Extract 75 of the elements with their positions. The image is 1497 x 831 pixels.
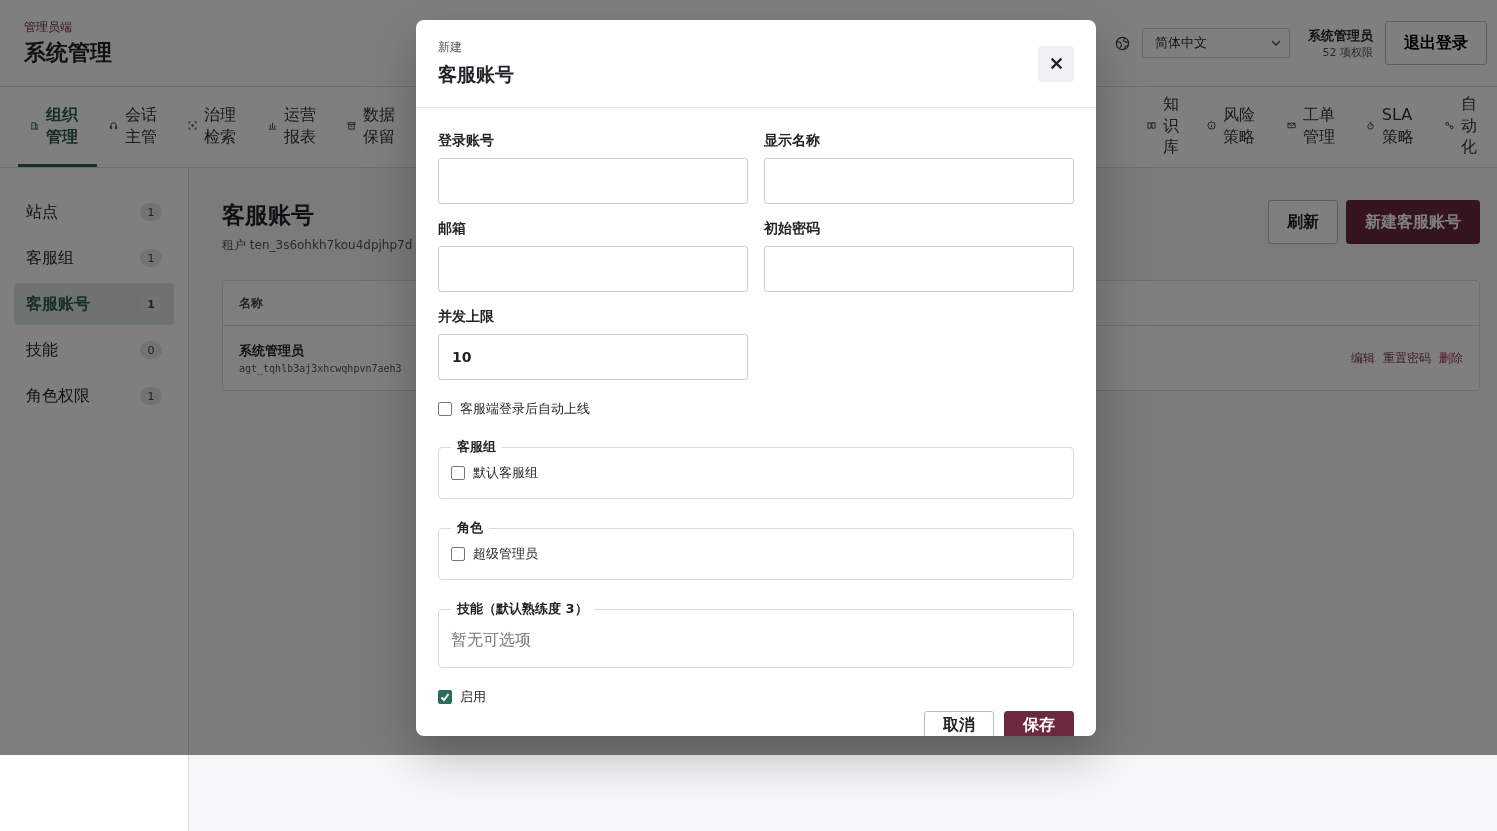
action-link[interactable]: 编辑 <box>1351 349 1375 367</box>
input-field[interactable]: 10 <box>438 334 748 380</box>
input-field[interactable] <box>438 158 748 204</box>
checkbox[interactable] <box>451 547 465 561</box>
sidebar-item[interactable]: 客服账号 1 <box>14 283 174 325</box>
input-field[interactable] <box>764 158 1074 204</box>
count-badge: 1 <box>140 249 162 267</box>
timer-icon <box>1365 121 1375 130</box>
checkbox[interactable] <box>438 690 452 704</box>
group-legend: 角色 <box>451 519 489 537</box>
checkbox[interactable] <box>438 402 452 416</box>
app-title: 系统管理 <box>24 38 112 67</box>
group-legend: 客服组 <box>451 438 502 456</box>
checkbox-label[interactable]: 客服端登录后自动上线 <box>460 400 590 418</box>
close-button[interactable] <box>1038 45 1074 82</box>
refresh-button[interactable]: 刷新 <box>1268 200 1338 244</box>
nav-tab[interactable]: 风险策略 <box>1195 87 1275 167</box>
scan-icon <box>188 121 198 130</box>
nav-tab[interactable]: 自动化 <box>1433 87 1497 167</box>
nav-tab[interactable]: 治理检索 <box>176 87 256 167</box>
agent-id: agt_tqhlb3aj3xhcwqhpvn7aeh3 <box>239 363 402 374</box>
field-label: 显示名称 <box>764 132 821 150</box>
nav-tab[interactable]: 运营报表 <box>255 87 335 167</box>
nav-tab[interactable]: SLA策略 <box>1353 87 1433 167</box>
headset-icon <box>109 121 119 130</box>
checkbox[interactable] <box>451 466 465 480</box>
count-badge: 1 <box>140 295 162 313</box>
tenant-id: 租户 ten_3s6ohkh7kou4dpjhp7d <box>222 237 413 254</box>
checkbox-label[interactable]: 默认客服组 <box>473 464 538 482</box>
agent-name: 系统管理员 <box>239 342 305 360</box>
close-icon <box>1049 57 1063 70</box>
field-label: 并发上限 <box>438 308 495 326</box>
save-button[interactable]: 保存 <box>1004 711 1074 736</box>
nav-tab[interactable]: 知识库 <box>1135 87 1196 167</box>
page-title: 客服账号 <box>222 201 315 230</box>
input-field[interactable] <box>438 246 748 292</box>
dialog-eyebrow: 新建 <box>438 39 463 56</box>
checkbox-label[interactable]: 超级管理员 <box>473 545 538 563</box>
action-link[interactable]: 重置密码 <box>1383 349 1431 367</box>
building-icon <box>30 121 39 130</box>
group-legend: 技能（默认熟练度 3） <box>451 600 594 618</box>
language-select[interactable]: 简体中文 <box>1142 28 1290 58</box>
field-label: 邮箱 <box>438 220 467 238</box>
globe-icon <box>1115 35 1130 51</box>
dialog-title: 客服账号 <box>438 62 514 87</box>
info-icon <box>1207 121 1217 130</box>
create-button[interactable]: 新建客服账号 <box>1346 200 1480 244</box>
empty-message: 暂无可选项 <box>451 629 532 651</box>
permission-count: 52 项权限 <box>1322 44 1373 60</box>
nav-tab[interactable]: 数据保留 <box>334 87 414 167</box>
sidebar-item[interactable]: 技能 0 <box>14 329 174 371</box>
field-label: 初始密码 <box>764 220 821 238</box>
nav-tab[interactable]: 会话主管 <box>97 87 177 167</box>
sidebar-item[interactable]: 站点 1 <box>14 191 174 233</box>
action-link[interactable]: 删除 <box>1439 349 1463 367</box>
field-label: 登录账号 <box>438 132 495 150</box>
book-icon <box>1147 121 1157 130</box>
input-field[interactable] <box>764 246 1074 292</box>
column-header: 名称 <box>239 294 263 312</box>
mail-icon <box>1286 121 1296 130</box>
cancel-button[interactable]: 取消 <box>924 711 994 736</box>
checkbox-label[interactable]: 启用 <box>460 688 486 706</box>
chevron-down-icon <box>1271 40 1281 46</box>
archive-icon <box>346 121 356 130</box>
sidebar-item[interactable]: 客服组 1 <box>14 237 174 279</box>
logout-button[interactable]: 退出登录 <box>1385 21 1487 65</box>
sidebar-item[interactable]: 角色权限 1 <box>14 375 174 417</box>
count-badge: 1 <box>140 387 162 405</box>
count-badge: 0 <box>140 341 162 359</box>
bar-chart-icon <box>267 121 277 130</box>
link-icon <box>1445 121 1454 130</box>
app-eyebrow: 管理员端 <box>24 18 73 36</box>
nav-tab[interactable]: 工单管理 <box>1274 87 1354 167</box>
count-badge: 1 <box>140 203 162 221</box>
user-name: 系统管理员 <box>1308 26 1373 45</box>
